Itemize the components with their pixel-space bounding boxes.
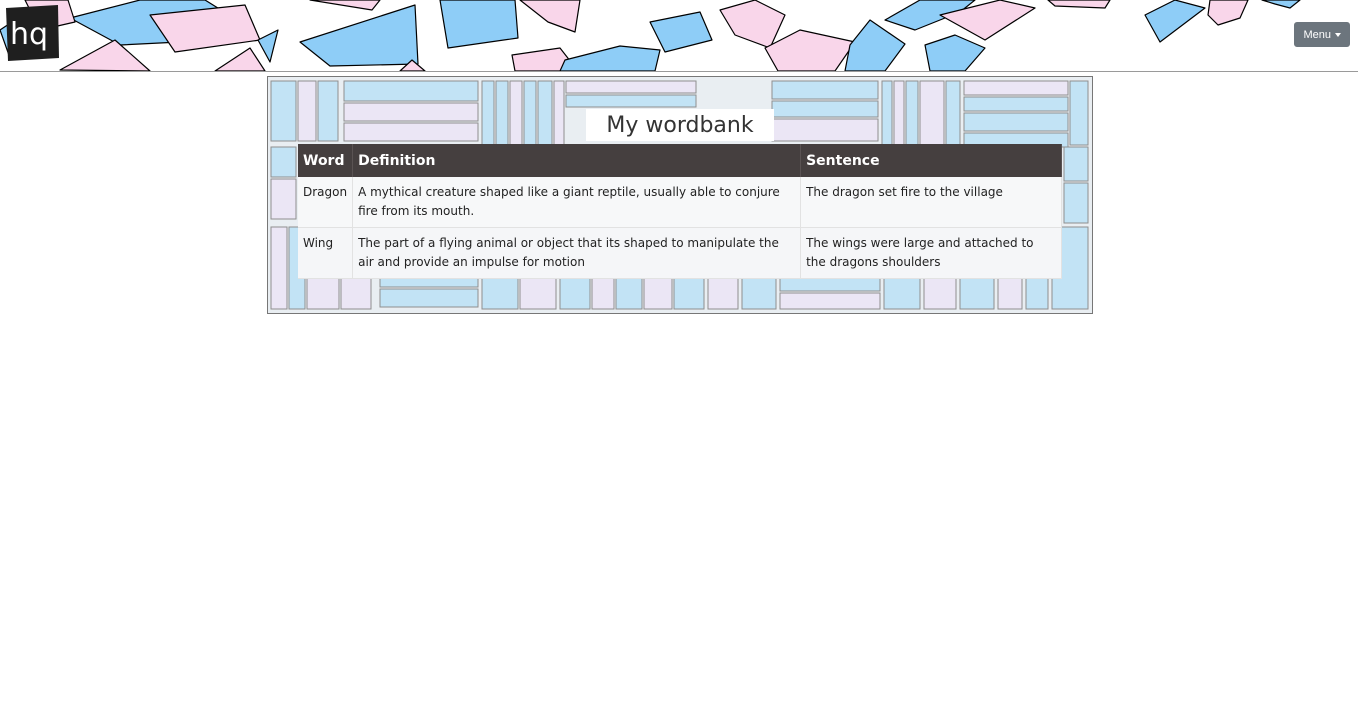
- menu-button[interactable]: Menu: [1294, 22, 1350, 47]
- wordbank-title: My wordbank: [586, 109, 774, 141]
- wordbank-table: Word Definition Sentence Dragon A mythic…: [298, 144, 1062, 279]
- sentence-cell: The dragon set fire to the village: [800, 177, 1062, 228]
- column-header-sentence: Sentence: [800, 144, 1062, 177]
- menu-button-label: Menu: [1303, 28, 1331, 41]
- header-decoration: [0, 0, 1301, 71]
- table-row: Dragon A mythical creature shaped like a…: [298, 177, 1062, 228]
- wordbank-panel: My wordbank Word Definition Sentence Dra…: [267, 76, 1093, 314]
- sentence-cell: The wings were large and attached to the…: [800, 227, 1062, 279]
- table-header-row: Word Definition Sentence: [298, 144, 1062, 177]
- site-header: hq Menu: [0, 0, 1358, 72]
- word-cell: Wing: [298, 227, 354, 279]
- table-row: Wing The part of a flying animal or obje…: [298, 227, 1062, 279]
- hq-logo[interactable]: hq: [2, 4, 60, 62]
- definition-cell: A mythical creature shaped like a giant …: [352, 177, 802, 228]
- word-cell: Dragon: [298, 177, 354, 228]
- column-header-word: Word: [298, 144, 354, 177]
- svg-text:hq: hq: [10, 17, 48, 52]
- definition-cell: The part of a flying animal or object th…: [352, 227, 802, 279]
- caret-down-icon: [1335, 32, 1341, 37]
- column-header-definition: Definition: [352, 144, 802, 177]
